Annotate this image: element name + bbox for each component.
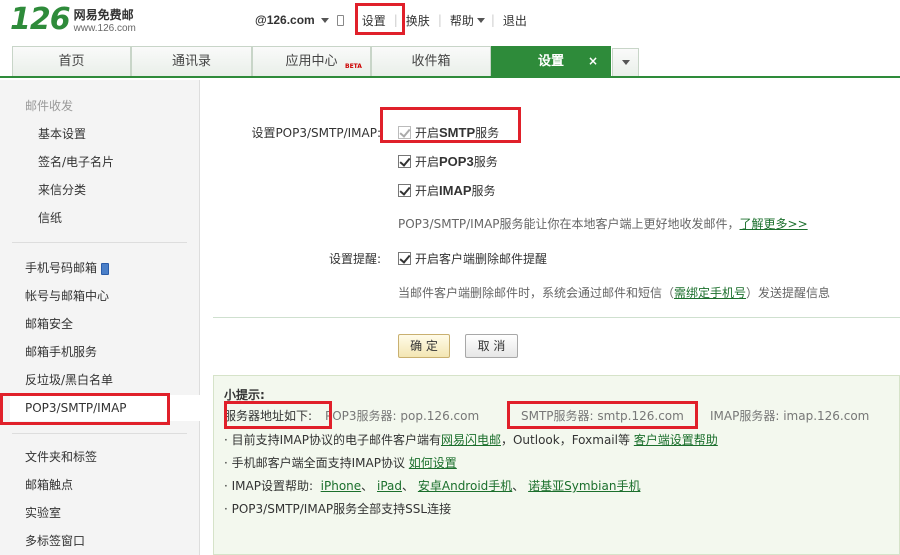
account-dropdown-icon[interactable] [320, 17, 329, 23]
remind-label: 设置提醒: [328, 252, 381, 266]
pop3-checkbox[interactable] [398, 155, 411, 168]
smtp-checkbox[interactable] [398, 126, 411, 139]
sidebar-item-account-center[interactable]: 帐号与邮箱中心 [25, 286, 109, 306]
symbian-link[interactable]: 诺基亚Symbian手机 [528, 479, 640, 493]
pop3-server: POP3服务器: pop.126.com [325, 409, 480, 423]
tab-bar: 首页 通讯录 应用中心 BETA 收件箱 设置 × [0, 46, 900, 78]
ipad-link[interactable]: iPad [377, 479, 402, 493]
learn-more-link[interactable]: 了解更多>> [740, 217, 808, 231]
sidebar-item-folders[interactable]: 文件夹和标签 [25, 447, 97, 467]
sidebar-item-stationery[interactable]: 信纸 [38, 208, 62, 228]
pop-hint: POP3/SMTP/IMAP服务能让你在本地客户端上更好地收发邮件，了解更多>> [398, 217, 808, 231]
remind-checkbox-row[interactable]: 开启客户端删除邮件提醒 [398, 250, 547, 267]
help-link[interactable]: 帮助 [442, 12, 474, 29]
pop-settings-label: 设置POP3/SMTP/IMAP: [251, 126, 381, 140]
client-help-link[interactable]: 客户端设置帮助 [634, 433, 718, 447]
logo-number: 126 [10, 2, 71, 37]
chevron-down-icon [622, 60, 630, 65]
tip-ssl: · POP3/SMTP/IMAP服务全部支持SSL连接 [224, 502, 452, 516]
sidebar-item-touchpoint[interactable]: 邮箱触点 [25, 475, 73, 495]
bind-phone-link[interactable]: 需绑定手机号 [674, 286, 746, 300]
pop3-checkbox-row[interactable]: 开启 POP3 服务 [398, 153, 498, 170]
sidebar-divider [12, 242, 187, 243]
tips-title: 小提示: [224, 388, 265, 402]
tab-contacts[interactable]: 通讯录 [131, 46, 252, 76]
imap-checkbox-row[interactable]: 开启 IMAP 服务 [398, 182, 496, 199]
sidebar: 邮件收发 基本设置 签名/电子名片 来信分类 信纸 手机号码邮箱 帐号与邮箱中心… [0, 80, 200, 555]
account-name[interactable]: @126.com [255, 13, 315, 27]
section-divider [213, 317, 900, 318]
sidebar-item-basic[interactable]: 基本设置 [38, 124, 86, 144]
sidebar-item-antispam[interactable]: 反垃圾/黑白名单 [25, 370, 113, 390]
smtp-server: SMTP服务器: smtp.126.com [521, 409, 684, 423]
tips-box: 小提示: 服务器地址如下: POP3服务器: pop.126.com SMTP服… [213, 375, 900, 555]
how-to-setup-link[interactable]: 如何设置 [409, 456, 457, 470]
sidebar-item-pop3-smtp-imap[interactable]: POP3/SMTP/IMAP [10, 395, 200, 421]
iphone-link[interactable]: iPhone [321, 479, 362, 493]
remind-hint: 当邮件客户端删除邮件时，系统会通过邮件和短信（需绑定手机号）发送提醒信息 [398, 286, 831, 300]
settings-link[interactable]: 设置 [354, 12, 394, 29]
tab-app-center[interactable]: 应用中心 BETA [252, 46, 371, 76]
header: 126 网易免费邮 www.126.com @126.com 设置 | 换肤 |… [0, 0, 900, 46]
smtp-checkbox-row[interactable]: 开启 SMTP 服务 [398, 124, 499, 141]
tab-home[interactable]: 首页 [12, 46, 131, 76]
sidebar-item-phone-mail[interactable]: 手机号码邮箱 [25, 258, 110, 278]
ok-button[interactable]: 确 定 [398, 334, 450, 358]
server-row: 服务器地址如下: [224, 407, 312, 424]
sidebar-item-security[interactable]: 邮箱安全 [25, 314, 73, 334]
imap-checkbox[interactable] [398, 184, 411, 197]
sidebar-item-multitab[interactable]: 多标签窗口 [25, 531, 85, 551]
logo-url: www.126.com [73, 23, 136, 34]
sidebar-item-filters[interactable]: 来信分类 [38, 180, 86, 200]
flash-mail-link[interactable]: 网易闪电邮 [441, 433, 501, 447]
tab-more-button[interactable] [612, 48, 639, 76]
logout-link[interactable]: 退出 [495, 12, 535, 29]
server-label: 服务器地址如下: [224, 409, 313, 423]
tip-imap-help: · IMAP设置帮助: iPhone、 iPad、 安卓Android手机、 诺… [224, 479, 641, 493]
skin-link[interactable]: 换肤 [398, 12, 438, 29]
imap-server: IMAP服务器: imap.126.com [710, 409, 870, 423]
settings-panel: 设置POP3/SMTP/IMAP: 开启 SMTP 服务 开启 POP3 服务 开启 IM… [201, 80, 900, 555]
tab-settings[interactable]: 设置 × [491, 46, 611, 78]
remind-checkbox[interactable] [398, 252, 411, 265]
logo-name: 网易免费邮 [73, 8, 134, 22]
sidebar-divider [12, 433, 187, 434]
top-menu: @126.com 设置 | 换肤 | 帮助 | 退出 [255, 10, 535, 30]
logo[interactable]: 126 网易免费邮 www.126.com [10, 4, 136, 38]
sidebar-group-mail: 邮件收发 [25, 99, 74, 113]
mobile-icon[interactable] [336, 14, 344, 26]
help-dropdown-icon[interactable] [476, 17, 485, 23]
tip-mobile: · 手机邮客户端全面支持IMAP协议 如何设置 [224, 456, 457, 470]
close-icon[interactable]: × [588, 47, 598, 76]
cancel-button[interactable]: 取 消 [465, 334, 518, 358]
tab-inbox[interactable]: 收件箱 [371, 46, 491, 76]
sidebar-item-signature[interactable]: 签名/电子名片 [38, 152, 114, 172]
phone-icon [101, 262, 110, 275]
sidebar-item-mobile-service[interactable]: 邮箱手机服务 [25, 342, 97, 362]
beta-badge: BETA [345, 63, 362, 70]
tip-clients: · 目前支持IMAP协议的电子邮件客户端有网易闪电邮，Outlook，Foxma… [224, 433, 718, 447]
android-link[interactable]: 安卓Android手机 [418, 479, 512, 493]
sidebar-item-lab[interactable]: 实验室 [25, 503, 61, 523]
